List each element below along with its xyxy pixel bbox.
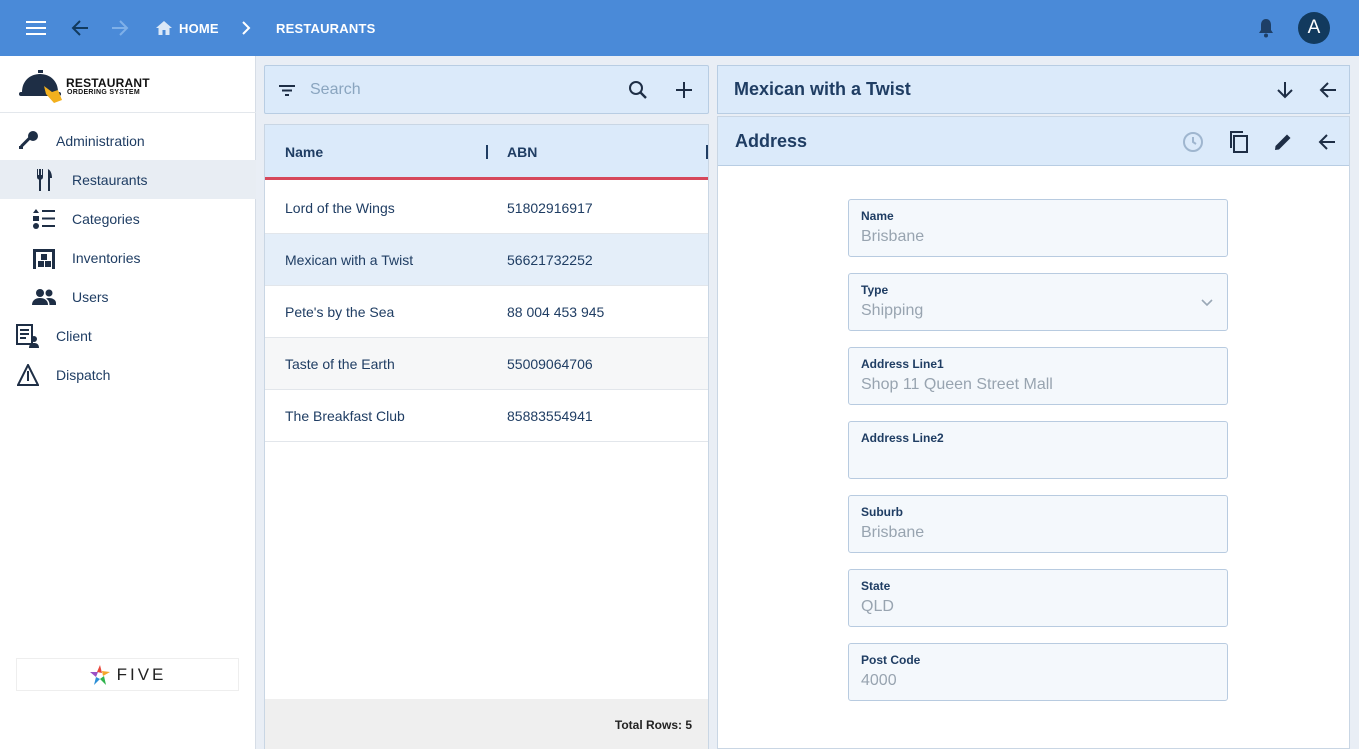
- sidebar-item-label: Administration: [56, 132, 145, 149]
- column-header-abn[interactable]: ABN: [507, 144, 537, 160]
- table-row[interactable]: The Breakfast Club 85883554941: [265, 390, 708, 442]
- address-line2-field[interactable]: Address Line2: [848, 421, 1228, 479]
- sidebar-item-label: Client: [56, 327, 92, 344]
- logo-title: RESTAURANT: [66, 76, 150, 90]
- warning-triangle-icon: [16, 363, 40, 387]
- table-row[interactable]: Mexican with a Twist 56621732252: [265, 234, 708, 286]
- history-clock-icon[interactable]: [1181, 130, 1205, 154]
- field-value: Shipping: [861, 302, 924, 319]
- copy-icon[interactable]: [1227, 130, 1251, 154]
- form-title: Address: [735, 131, 808, 151]
- address-line1-field[interactable]: Address Line1 Shop 11 Queen Street Mall: [848, 347, 1228, 405]
- field-label: Name: [861, 209, 894, 223]
- key-icon: [16, 129, 40, 153]
- field-label: Type: [861, 283, 889, 297]
- back-arrow-icon[interactable]: [1316, 78, 1340, 102]
- sidebar-item-client[interactable]: Client: [0, 316, 256, 355]
- users-icon: [32, 285, 56, 309]
- cell-abn: 56621732252: [507, 252, 593, 268]
- table-row[interactable]: Lord of the Wings 51802916917: [265, 182, 708, 234]
- arrow-down-icon[interactable]: [1273, 78, 1297, 102]
- breadcrumb-home[interactable]: HOME: [179, 21, 219, 36]
- cell-name: Mexican with a Twist: [285, 252, 414, 268]
- detail-header: Mexican with a Twist: [717, 65, 1350, 114]
- logo-subtitle: ORDERING SYSTEM: [67, 89, 140, 96]
- field-label: Address Line1: [861, 357, 944, 371]
- sidebar-item-users[interactable]: Users: [0, 277, 256, 316]
- search-input[interactable]: Search: [310, 81, 361, 99]
- column-header-name[interactable]: Name: [285, 144, 323, 160]
- cell-abn: 51802916917: [507, 200, 593, 216]
- five-brand-label: FIVE: [116, 664, 167, 684]
- form-header: Address: [718, 117, 1349, 166]
- field-value: Brisbane: [861, 524, 925, 541]
- field-label: Post Code: [861, 653, 921, 667]
- type-select[interactable]: Type Shipping: [848, 273, 1228, 331]
- filter-icon[interactable]: [277, 80, 297, 100]
- back-arrow-icon[interactable]: [1315, 130, 1339, 154]
- home-icon[interactable]: [152, 16, 176, 40]
- sidebar-item-restaurants[interactable]: Restaurants: [0, 160, 256, 199]
- list-header: Name ABN: [265, 125, 708, 180]
- search-bar: Search: [264, 65, 709, 114]
- field-label: Suburb: [861, 505, 903, 519]
- name-field[interactable]: Name Brisbane: [848, 199, 1228, 257]
- sidebar-item-categories[interactable]: Categories: [0, 199, 256, 238]
- field-value: Brisbane: [861, 228, 925, 245]
- forward-arrow-icon[interactable]: [108, 16, 132, 40]
- five-logo: FIVE: [16, 658, 239, 691]
- column-resize-handle[interactable]: [486, 145, 488, 159]
- top-app-bar: HOME RESTAURANTS A: [0, 0, 1359, 56]
- sidebar-item-label: Restaurants: [72, 171, 148, 188]
- chevron-right-icon: [234, 16, 258, 40]
- sidebar-item-label: Categories: [72, 210, 140, 227]
- sidebar-item-dispatch[interactable]: Dispatch: [0, 355, 256, 394]
- back-arrow-icon[interactable]: [68, 16, 92, 40]
- field-value: Shop 11 Queen Street Mall: [861, 376, 1053, 393]
- field-value: QLD: [861, 598, 894, 615]
- sidebar-divider: [0, 112, 256, 113]
- client-form-icon: [16, 323, 40, 348]
- table-row[interactable]: Pete's by the Sea 88 004 453 945: [265, 286, 708, 338]
- breadcrumb-current: RESTAURANTS: [276, 21, 376, 36]
- post-code-field[interactable]: Post Code 4000: [848, 643, 1228, 701]
- sidebar-item-inventories[interactable]: Inventories: [0, 238, 256, 277]
- edit-pencil-icon[interactable]: [1271, 130, 1295, 154]
- sidebar-item-label: Dispatch: [56, 366, 111, 383]
- field-label: State: [861, 579, 891, 593]
- cell-abn: 85883554941: [507, 408, 593, 424]
- warehouse-icon: [32, 246, 56, 270]
- suburb-field[interactable]: Suburb Brisbane: [848, 495, 1228, 553]
- cell-name: Pete's by the Sea: [285, 304, 395, 320]
- list-icon: [32, 207, 56, 231]
- address-form-panel: Address Name Brisbane Type Shipping Addr…: [717, 116, 1350, 749]
- list-footer: Total Rows: 5: [265, 699, 708, 749]
- cell-abn: 55009064706: [507, 356, 593, 372]
- restaurants-list: Name ABN Lord of the Wings 51802916917 M…: [264, 124, 709, 749]
- fork-knife-icon: [32, 168, 56, 192]
- column-resize-handle[interactable]: [706, 145, 708, 159]
- five-star-icon: [89, 664, 110, 685]
- field-label: Address Line2: [861, 431, 944, 445]
- table-row[interactable]: Taste of the Earth 55009064706: [265, 338, 708, 390]
- bell-icon[interactable]: [1254, 16, 1278, 40]
- field-value: 4000: [861, 672, 897, 689]
- sidebar-item-label: Inventories: [72, 249, 141, 266]
- cell-name: Lord of the Wings: [285, 200, 395, 216]
- search-icon[interactable]: [627, 79, 649, 101]
- cell-name: Taste of the Earth: [285, 356, 395, 372]
- state-field[interactable]: State QLD: [848, 569, 1228, 627]
- cell-abn: 88 004 453 945: [507, 304, 605, 320]
- add-icon[interactable]: [673, 79, 695, 101]
- avatar[interactable]: A: [1298, 12, 1330, 44]
- cell-name: The Breakfast Club: [285, 408, 405, 424]
- sidebar-item-administration[interactable]: Administration: [0, 121, 256, 160]
- detail-title: Mexican with a Twist: [734, 79, 911, 99]
- menu-icon[interactable]: [24, 16, 48, 40]
- total-rows: Total Rows: 5: [614, 718, 692, 732]
- sidebar-item-label: Users: [72, 288, 109, 305]
- chevron-down-icon[interactable]: [1199, 294, 1215, 310]
